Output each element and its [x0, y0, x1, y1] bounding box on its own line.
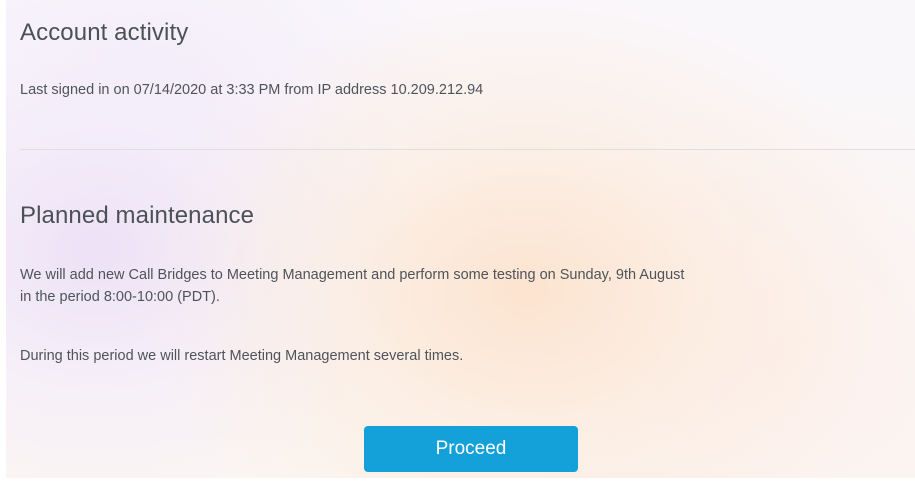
section-divider [20, 149, 915, 150]
maintenance-notice-line-2: in the period 8:00-10:00 (PDT). [20, 289, 220, 305]
restart-notice-text: During this period we will restart Meeti… [20, 348, 464, 364]
notice-panel: Account activity Last signed in on 07/14… [6, 0, 915, 478]
last-signed-in-text: Last signed in on 07/14/2020 at 3:33 PM … [20, 82, 484, 98]
maintenance-notice-line-1: We will add new Call Bridges to Meeting … [20, 267, 685, 283]
proceed-button[interactable]: Proceed [364, 426, 578, 472]
page-frame: Account activity Last signed in on 07/14… [0, 0, 915, 482]
account-activity-heading: Account activity [20, 19, 189, 46]
planned-maintenance-heading: Planned maintenance [20, 202, 255, 229]
